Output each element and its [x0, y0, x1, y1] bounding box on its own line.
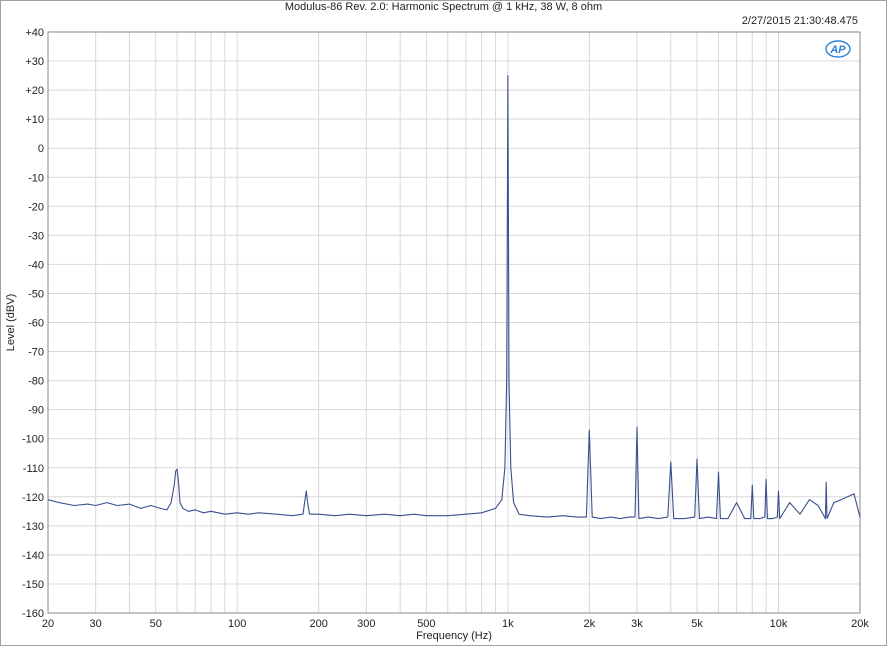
x-tick-label: 2k	[584, 618, 596, 630]
y-tick-label: -140	[22, 550, 44, 562]
y-tick-label: -40	[28, 259, 44, 271]
y-tick-label: -110	[23, 463, 44, 475]
spectrum-trace	[47, 75, 861, 520]
spectrum-chart: +40 +30 +20 +10 0 -10 -20 -30 -40 -50 -60 -70 -80 -90…	[5, 27, 869, 642]
y-tick-label: -50	[28, 288, 44, 300]
y-tick-label: -90	[28, 405, 44, 417]
y-tick-label: -20	[28, 201, 44, 213]
x-axis-title: Frequency (Hz)	[416, 630, 492, 642]
y-tick-label: -150	[22, 579, 44, 591]
x-tick-label: 5k	[691, 618, 703, 630]
x-tick-label: 10k	[770, 618, 788, 630]
x-tick-label: 3k	[631, 618, 643, 630]
y-tick-label: -10	[28, 172, 44, 184]
x-tick-label: 200	[309, 618, 327, 630]
y-tick-label: +40	[25, 27, 44, 39]
y-tick-label: -100	[22, 434, 44, 446]
y-tick-label: -60	[28, 318, 44, 330]
y-tick-label: -130	[22, 521, 44, 533]
y-tick-label: -30	[28, 230, 44, 242]
x-tick-label: 1k	[502, 618, 514, 630]
y-tick-label: -70	[28, 347, 44, 359]
x-tick-label: 300	[357, 618, 375, 630]
x-tick-label: 50	[150, 618, 162, 630]
y-tick-label: +20	[25, 85, 44, 97]
y-tick-label: -80	[28, 376, 44, 388]
x-tick-label: 20k	[851, 618, 869, 630]
x-tick-label: 100	[228, 618, 246, 630]
x-tick-label: 30	[90, 618, 102, 630]
y-tick-label: -120	[22, 492, 44, 504]
y-tick-label: -160	[22, 608, 44, 620]
x-tick-label: 500	[417, 618, 435, 630]
y-axis-title: Level (dBV)	[5, 294, 17, 351]
y-tick-label: +30	[25, 56, 44, 68]
y-tick-label: 0	[38, 143, 44, 155]
x-tick-label: 20	[42, 618, 54, 630]
y-tick-label: +10	[25, 114, 44, 126]
